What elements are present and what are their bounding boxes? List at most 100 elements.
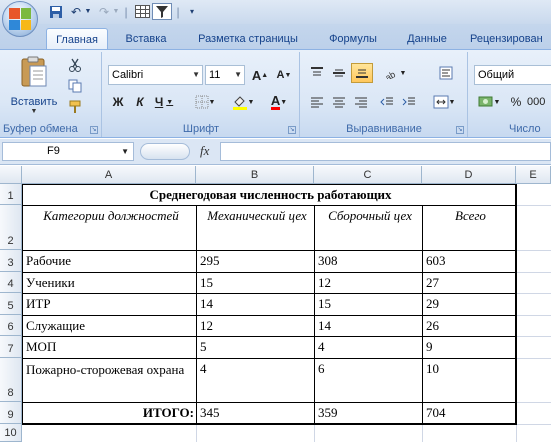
row-header-7[interactable]: 7 [0, 336, 22, 358]
table-cell[interactable]: Рабочие [23, 251, 196, 272]
tab-home[interactable]: Главная [46, 28, 108, 50]
table-cell[interactable]: 308 [315, 251, 422, 272]
table-icon[interactable] [133, 3, 151, 20]
underline-button[interactable]: Ч ▼ [152, 92, 176, 112]
column-header-a[interactable]: A [22, 166, 196, 184]
total-cell[interactable]: 345 [197, 403, 314, 423]
align-right-icon[interactable] [351, 92, 371, 112]
alignment-launcher-icon[interactable]: ↘ [456, 126, 464, 134]
decrease-indent-icon[interactable] [377, 92, 397, 112]
table-cell[interactable]: 295 [197, 251, 314, 272]
select-all-corner[interactable] [0, 166, 22, 184]
bold-button[interactable]: Ж [108, 92, 128, 112]
table-cell[interactable]: 10 [423, 359, 515, 402]
table-title[interactable]: Среднегодовая численность работающих [22, 185, 516, 205]
name-box[interactable]: F9 ▼ [2, 142, 134, 161]
header-category[interactable]: Категории должностей [23, 206, 196, 250]
table-cell[interactable]: МОП [23, 337, 196, 358]
percent-style-button[interactable]: % [507, 92, 525, 112]
merge-center-icon[interactable]: ▼ [427, 92, 461, 112]
number-format-select[interactable]: Общий [474, 65, 551, 85]
column-header-c[interactable]: C [314, 166, 422, 184]
font-color-button[interactable]: A ▼ [263, 92, 295, 112]
undo-dropdown-icon[interactable]: ▼ [84, 3, 92, 20]
table-cell[interactable]: 6 [315, 359, 422, 402]
paste-button[interactable]: Вставить ▼ [6, 56, 62, 118]
tab-insert[interactable]: Вставка [114, 28, 178, 50]
row-header-3[interactable]: 3 [0, 250, 22, 272]
formula-bar-splitter[interactable] [140, 143, 190, 160]
clipboard-launcher-icon[interactable]: ↘ [90, 126, 98, 134]
row-header-2[interactable]: 2 [0, 205, 22, 250]
tab-review[interactable]: Рецензирован [470, 28, 551, 50]
table-cell[interactable]: Служащие [23, 316, 196, 336]
align-top-icon[interactable] [307, 63, 327, 83]
tab-formulas[interactable]: Формулы [320, 28, 386, 50]
insert-function-icon[interactable]: fx [200, 143, 209, 159]
row-header-5[interactable]: 5 [0, 293, 22, 315]
office-button[interactable] [2, 1, 38, 37]
save-icon[interactable] [48, 3, 64, 20]
table-cell[interactable]: ИТР [23, 294, 196, 315]
table-cell[interactable]: Пожарно-сторожевая охрана [23, 359, 196, 402]
row-header-10[interactable]: 10 [0, 424, 22, 442]
align-left-icon[interactable] [307, 92, 327, 112]
align-center-icon[interactable] [329, 92, 349, 112]
format-painter-icon[interactable] [66, 98, 84, 116]
table-cell[interactable]: 9 [423, 337, 515, 358]
orientation-icon[interactable]: ab ▼ [379, 63, 411, 83]
borders-button[interactable]: ▼ [191, 92, 219, 112]
worksheet-grid[interactable]: A B C D E 1 2 3 4 5 6 7 8 9 10 Среднегод… [0, 166, 551, 442]
redo-dropdown-icon[interactable]: ▼ [112, 3, 120, 20]
table-cell[interactable]: Ученики [23, 273, 196, 293]
redo-icon[interactable]: ↷ [96, 3, 112, 20]
formula-input[interactable] [220, 142, 551, 161]
wrap-text-icon[interactable] [435, 63, 457, 83]
tab-page-layout[interactable]: Разметка страницы [186, 28, 310, 50]
filter-icon[interactable] [152, 3, 172, 20]
shrink-font-button[interactable]: A ▼ [273, 65, 295, 85]
customize-icon[interactable]: ▾ [186, 3, 198, 20]
comma-style-button[interactable]: 000 [527, 92, 551, 112]
italic-button[interactable]: К [130, 92, 150, 112]
total-label[interactable]: ИТОГО: [23, 403, 196, 423]
table-cell[interactable]: 603 [423, 251, 515, 272]
column-header-e[interactable]: E [516, 166, 551, 184]
table-cell[interactable]: 4 [197, 359, 314, 402]
grow-font-button[interactable]: A ▲ [249, 65, 271, 85]
header-total[interactable]: Всего [423, 206, 515, 250]
table-cell[interactable]: 29 [423, 294, 515, 315]
row-header-1[interactable]: 1 [0, 184, 22, 205]
table-cell[interactable]: 12 [315, 273, 422, 293]
font-launcher-icon[interactable]: ↘ [288, 126, 296, 134]
table-cell[interactable]: 4 [315, 337, 422, 358]
row-header-9[interactable]: 9 [0, 402, 22, 424]
table-cell[interactable]: 26 [423, 316, 515, 336]
table-cell[interactable]: 15 [197, 273, 314, 293]
accounting-format-icon[interactable]: ▼ [474, 92, 504, 112]
total-cell[interactable]: 359 [315, 403, 422, 423]
copy-icon[interactable] [66, 77, 84, 95]
total-cell[interactable]: 704 [423, 403, 515, 423]
fill-color-button[interactable]: ▼ [227, 92, 259, 112]
row-header-8[interactable]: 8 [0, 358, 22, 402]
table-cell[interactable]: 14 [197, 294, 314, 315]
table-cell[interactable]: 12 [197, 316, 314, 336]
table-cell[interactable]: 15 [315, 294, 422, 315]
align-middle-icon[interactable] [329, 63, 349, 83]
table-cell[interactable]: 5 [197, 337, 314, 358]
font-name-select[interactable]: Calibri ▼ [108, 65, 203, 85]
cut-icon[interactable] [66, 56, 84, 74]
row-header-4[interactable]: 4 [0, 272, 22, 293]
undo-icon[interactable]: ↶ [68, 3, 84, 20]
column-header-d[interactable]: D [422, 166, 516, 184]
table-cell[interactable]: 14 [315, 316, 422, 336]
align-bottom-icon[interactable] [351, 63, 373, 83]
row-header-6[interactable]: 6 [0, 315, 22, 336]
tab-data[interactable]: Данные [396, 28, 458, 50]
table-cell[interactable]: 27 [423, 273, 515, 293]
header-assembly[interactable]: Сборочный цех [315, 206, 422, 250]
font-size-select[interactable]: 11 ▼ [205, 65, 245, 85]
column-header-b[interactable]: B [196, 166, 314, 184]
header-mechanical[interactable]: Механический цех [197, 206, 314, 250]
